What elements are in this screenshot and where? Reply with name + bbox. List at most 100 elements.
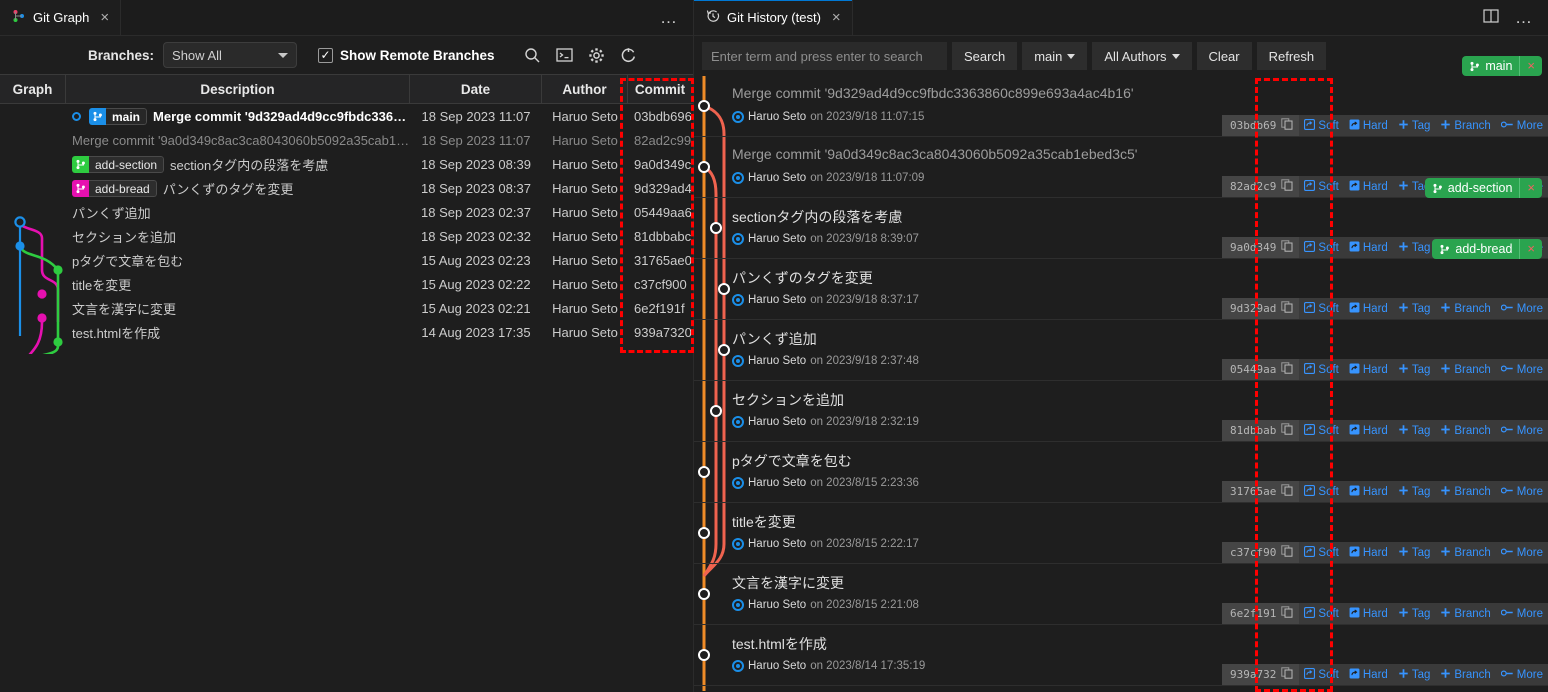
hard-reset-button[interactable]: Hard	[1344, 237, 1393, 258]
search-button[interactable]: Search	[952, 42, 1018, 70]
close-icon[interactable]: ×	[100, 10, 109, 25]
more-button[interactable]: More	[1496, 115, 1548, 136]
branch-badge[interactable]: add-section ×	[1424, 178, 1542, 198]
terminal-icon[interactable]	[555, 47, 573, 63]
column-header-description[interactable]: Description	[66, 75, 410, 103]
table-row[interactable]: Merge commit '9a0d349c8ac3ca8043060b5092…	[0, 128, 693, 152]
tab-git-history[interactable]: Git History (test) ×	[694, 0, 853, 35]
table-row[interactable]: add-bread パンくずのタグを変更 18 Sep 2023 08:37 Haru…	[0, 176, 693, 200]
soft-reset-button[interactable]: Soft	[1299, 237, 1343, 258]
list-item[interactable]: Merge commit '9a0d349c8ac3ca8043060b5092…	[694, 137, 1548, 198]
soft-reset-button[interactable]: Soft	[1299, 176, 1343, 197]
branch-button[interactable]: Branch	[1435, 359, 1495, 380]
soft-reset-button[interactable]: Soft	[1299, 542, 1343, 563]
table-row[interactable]: セクションを追加 18 Sep 2023 02:32 Haruo Seto 81dbb…	[0, 224, 693, 248]
copy-icon[interactable]	[1281, 606, 1293, 621]
search-input[interactable]: Enter term and press enter to search	[702, 42, 947, 70]
commit-hash-chip[interactable]: 31765ae	[1222, 481, 1300, 502]
list-item[interactable]: test.htmlを作成 Haruo Seto on 2023/8/14 17:35…	[694, 625, 1548, 686]
tag-button[interactable]: Tag	[1393, 542, 1436, 563]
hard-reset-button[interactable]: Hard	[1344, 481, 1393, 502]
branch-filter-select[interactable]: Show All	[163, 42, 298, 68]
more-button[interactable]: More	[1496, 603, 1548, 624]
list-item[interactable]: pタグで文章を包む Haruo Seto on 2023/8/15 2:23:36 3…	[694, 442, 1548, 503]
list-item[interactable]: Merge commit '9d329ad4d9cc9fbdc3363860c8…	[694, 56, 1548, 137]
hard-reset-button[interactable]: Hard	[1344, 603, 1393, 624]
refresh-icon[interactable]	[620, 47, 637, 64]
more-button[interactable]: More	[1496, 298, 1548, 319]
tag-button[interactable]: Tag	[1393, 603, 1436, 624]
gear-icon[interactable]	[588, 47, 605, 64]
search-icon[interactable]	[524, 47, 541, 64]
hard-reset-button[interactable]: Hard	[1344, 542, 1393, 563]
branch-badge[interactable]: add-bread	[72, 179, 157, 197]
tag-button[interactable]: Tag	[1393, 115, 1436, 136]
table-row[interactable]: titleを変更 15 Aug 2023 02:22 Haruo Seto c37cf…	[0, 272, 693, 296]
hard-reset-button[interactable]: Hard	[1344, 176, 1393, 197]
more-button[interactable]: More	[1496, 542, 1548, 563]
more-button[interactable]: More	[1496, 359, 1548, 380]
branch-button[interactable]: Branch	[1435, 420, 1495, 441]
branch-badge[interactable]: main ×	[1462, 56, 1542, 76]
hard-reset-button[interactable]: Hard	[1344, 298, 1393, 319]
branch-button[interactable]: Branch	[1435, 542, 1495, 563]
commit-hash-chip[interactable]: 82ad2c9	[1222, 176, 1300, 197]
table-row[interactable]: 文言を漢字に変更 15 Aug 2023 02:21 Haruo Seto 6e2f1…	[0, 296, 693, 320]
tag-button[interactable]: Tag	[1393, 481, 1436, 502]
commit-hash-chip[interactable]: 81dbbab	[1222, 420, 1300, 441]
branch-select[interactable]: main	[1022, 42, 1088, 70]
show-remote-branches-checkbox[interactable]: ✓ Show Remote Branches	[318, 47, 495, 63]
list-item[interactable]: 文言を漢字に変更 Haruo Seto on 2023/8/15 2:21:08 6e…	[694, 564, 1548, 625]
hard-reset-button[interactable]: Hard	[1344, 115, 1393, 136]
remove-branch-icon[interactable]: ×	[1519, 178, 1542, 198]
copy-icon[interactable]	[1281, 667, 1293, 682]
refresh-button[interactable]: Refresh	[1256, 42, 1327, 70]
table-row[interactable]: パンくず追加 18 Sep 2023 02:37 Haruo Seto 05449aa…	[0, 200, 693, 224]
commit-hash-chip[interactable]: 05449aa	[1222, 359, 1300, 380]
commit-hash-chip[interactable]: 6e2f191	[1222, 603, 1300, 624]
table-row[interactable]: pタグで文章を包む 15 Aug 2023 02:23 Haruo Seto 3176…	[0, 248, 693, 272]
remove-branch-icon[interactable]: ×	[1519, 239, 1542, 259]
tag-button[interactable]: Tag	[1393, 237, 1436, 258]
commit-hash-chip[interactable]: 939a732	[1222, 664, 1300, 685]
branch-button[interactable]: Branch	[1435, 603, 1495, 624]
column-header-commit[interactable]: Commit	[628, 75, 692, 103]
branch-badge[interactable]: main	[89, 107, 148, 125]
table-row[interactable]: test.htmlを作成 14 Aug 2023 17:35 Haruo Seto 9…	[0, 320, 693, 344]
branch-button[interactable]: Branch	[1435, 481, 1495, 502]
authors-select[interactable]: All Authors	[1092, 42, 1192, 70]
tab-git-graph[interactable]: Git Graph ×	[0, 0, 122, 35]
copy-icon[interactable]	[1281, 423, 1293, 438]
more-button[interactable]: More	[1496, 481, 1548, 502]
commit-hash-chip[interactable]: 9d329ad	[1222, 298, 1300, 319]
list-item[interactable]: パンくずのタグを変更 Haruo Seto on 2023/9/18 8:37:17…	[694, 239, 1548, 320]
table-row[interactable]: add-section sectionタグ内の段落を考慮 18 Sep 2023 0…	[0, 152, 693, 176]
list-item[interactable]: パンくず追加 Haruo Seto on 2023/9/18 2:37:48 0544…	[694, 320, 1548, 381]
copy-icon[interactable]	[1281, 362, 1293, 377]
column-header-date[interactable]: Date	[410, 75, 542, 103]
tag-button[interactable]: Tag	[1393, 359, 1436, 380]
copy-icon[interactable]	[1281, 484, 1293, 499]
soft-reset-button[interactable]: Soft	[1299, 115, 1343, 136]
copy-icon[interactable]	[1281, 301, 1293, 316]
commit-hash-chip[interactable]: 9a0d349	[1222, 237, 1300, 258]
hard-reset-button[interactable]: Hard	[1344, 420, 1393, 441]
close-icon[interactable]: ×	[832, 10, 841, 25]
list-item[interactable]: セクションを追加 Haruo Seto on 2023/9/18 2:32:19 81…	[694, 381, 1548, 442]
split-editor-icon[interactable]	[1475, 8, 1507, 28]
remove-branch-icon[interactable]: ×	[1519, 56, 1542, 76]
soft-reset-button[interactable]: Soft	[1299, 664, 1343, 685]
commit-hash-chip[interactable]: c37cf90	[1222, 542, 1300, 563]
soft-reset-button[interactable]: Soft	[1299, 359, 1343, 380]
column-header-graph[interactable]: Graph	[0, 75, 66, 103]
soft-reset-button[interactable]: Soft	[1299, 298, 1343, 319]
tag-button[interactable]: Tag	[1393, 298, 1436, 319]
ellipsis-icon[interactable]: …	[646, 0, 693, 35]
table-row[interactable]: main Merge commit '9d329ad4d9cc9fbdc336… 1…	[0, 104, 693, 128]
tag-button[interactable]: Tag	[1393, 420, 1436, 441]
soft-reset-button[interactable]: Soft	[1299, 420, 1343, 441]
tag-button[interactable]: Tag	[1393, 664, 1436, 685]
copy-icon[interactable]	[1281, 545, 1293, 560]
soft-reset-button[interactable]: Soft	[1299, 603, 1343, 624]
soft-reset-button[interactable]: Soft	[1299, 481, 1343, 502]
